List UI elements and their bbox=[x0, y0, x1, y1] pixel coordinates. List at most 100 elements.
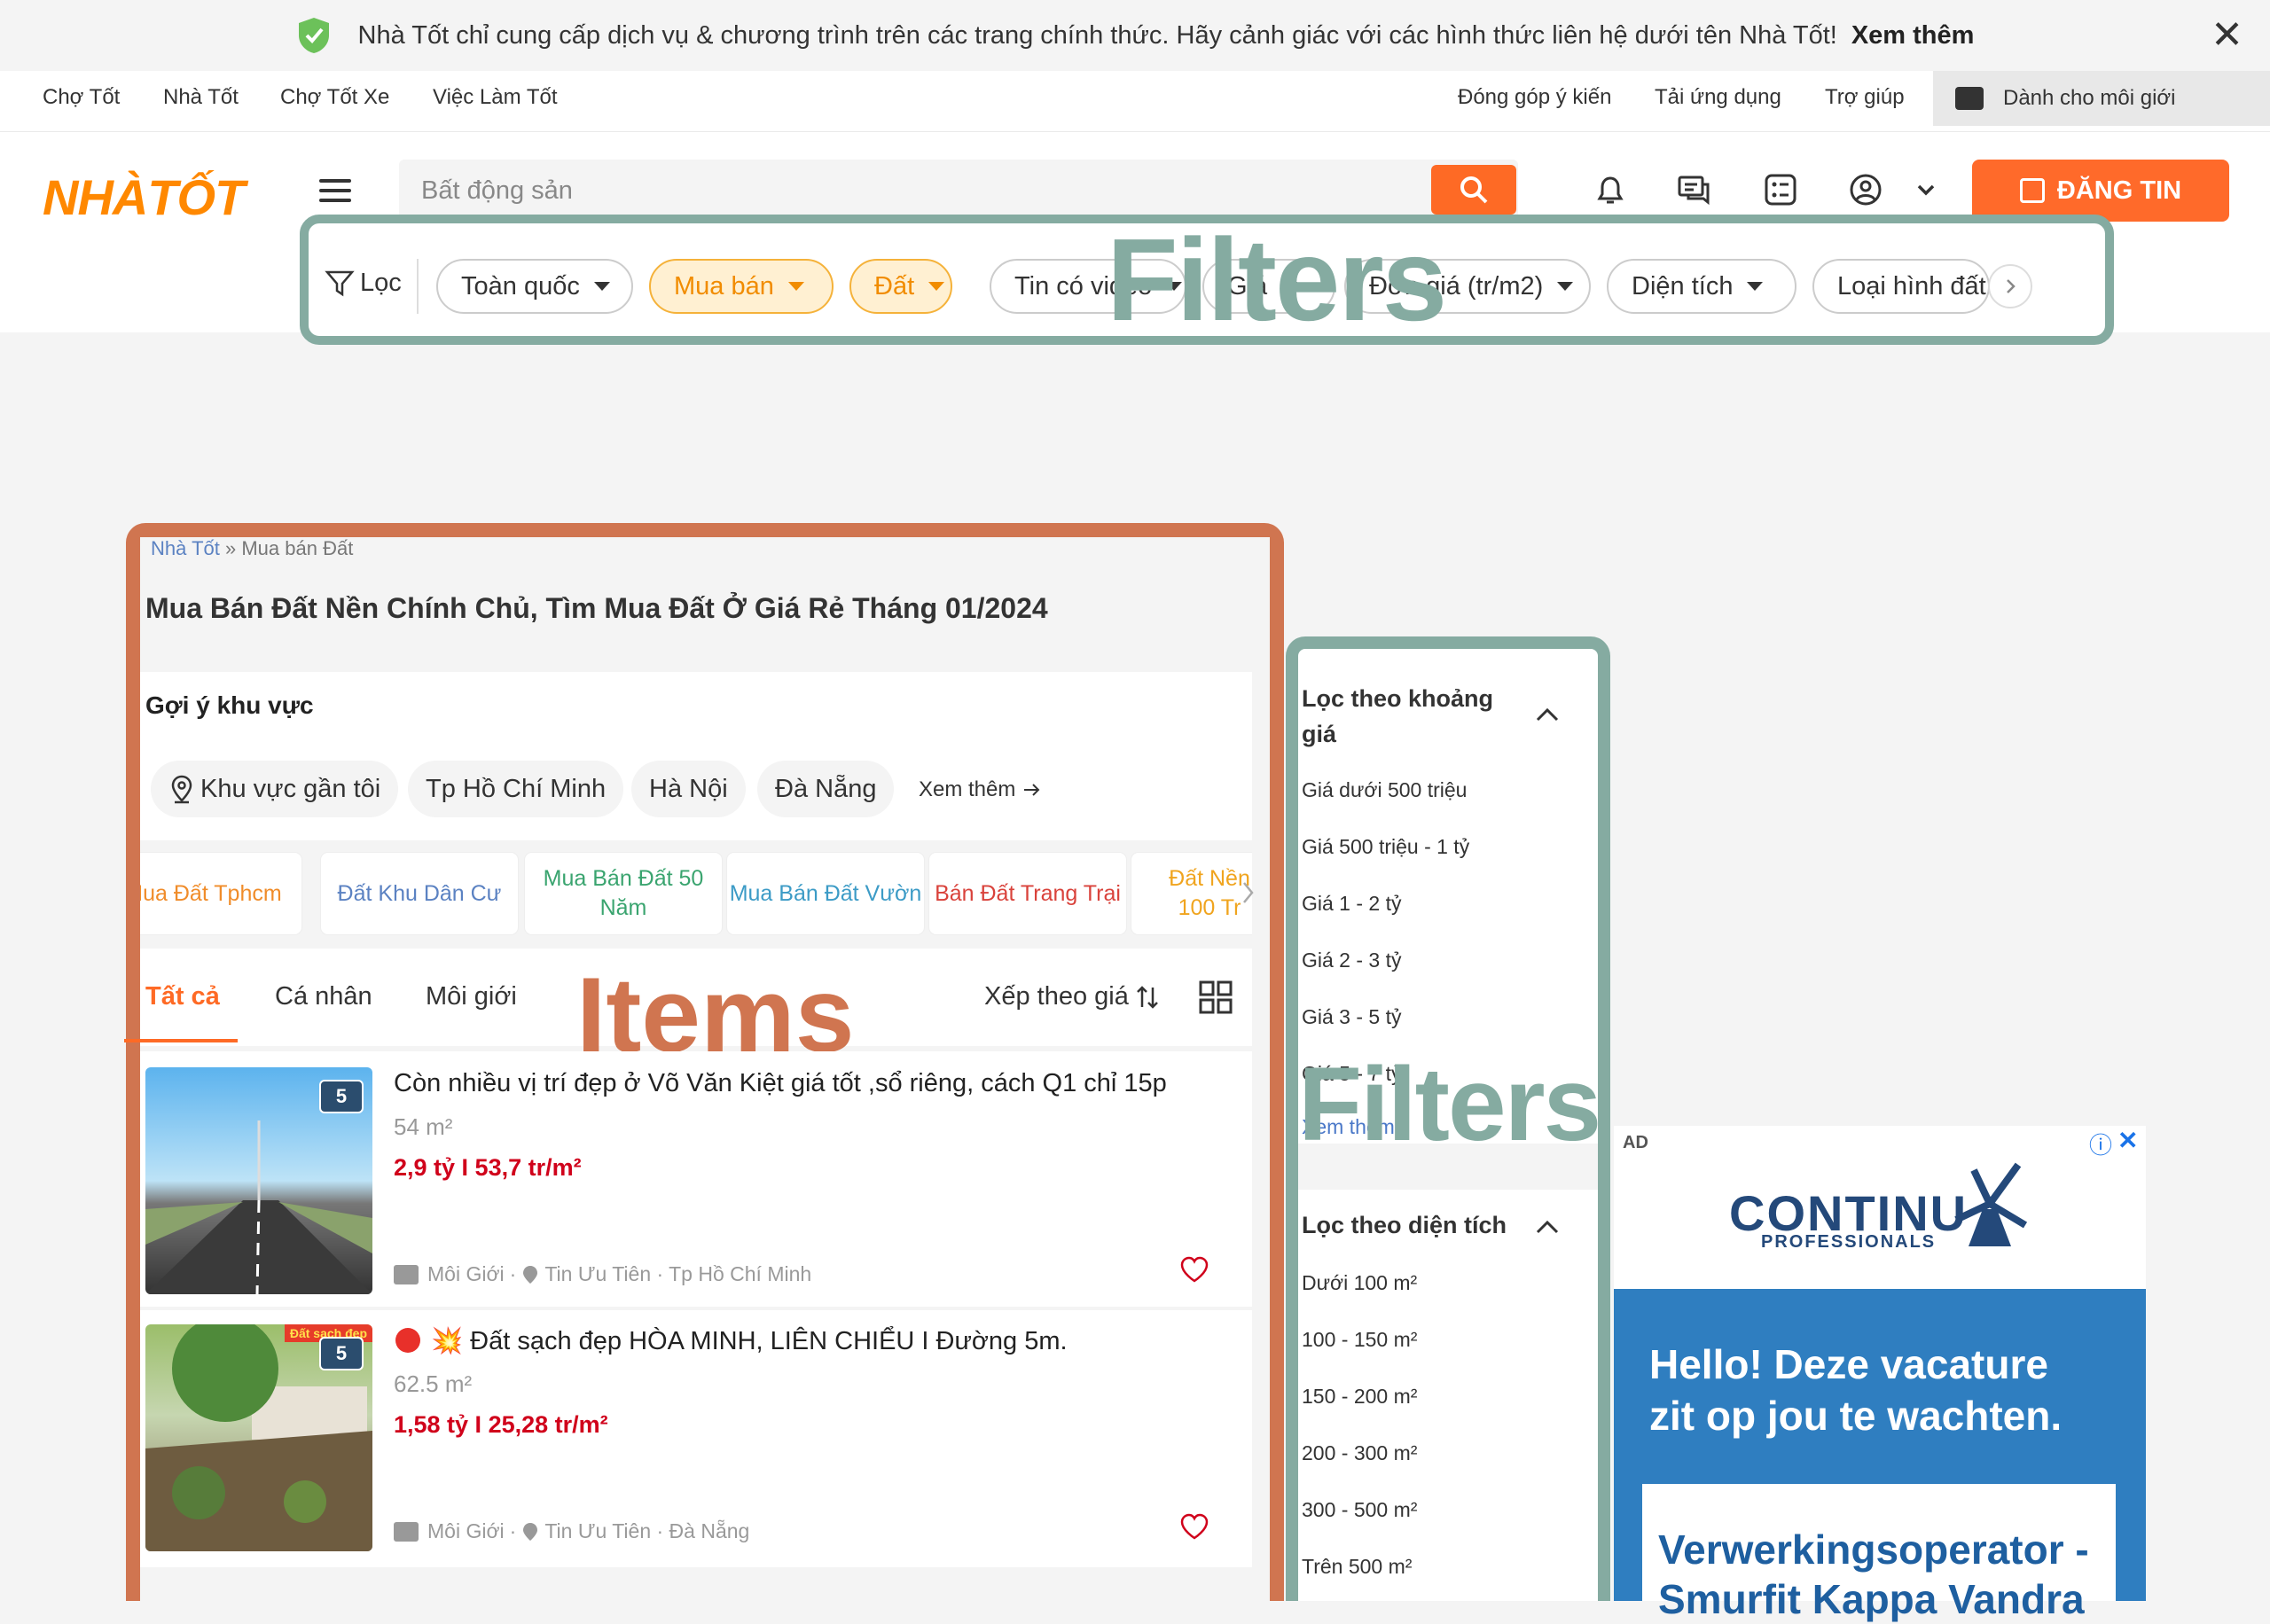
logo[interactable]: NHÀTỐT bbox=[43, 168, 245, 226]
location-pin-icon bbox=[171, 775, 192, 804]
chat-icon[interactable] bbox=[1676, 172, 1711, 207]
listing-location: Tin Ưu Tiên · Đà Nẵng bbox=[544, 1519, 750, 1542]
user-icon[interactable] bbox=[1848, 172, 1883, 207]
nav-feedback[interactable]: Đóng góp ý kiến bbox=[1458, 85, 1611, 110]
area-filter-item[interactable]: Dưới 100 m² bbox=[1302, 1271, 1417, 1295]
topic-card-label: Mua Đất Tphcm bbox=[140, 880, 282, 906]
region-chip-danang[interactable]: Đà Nẵng bbox=[757, 761, 895, 817]
menu-icon[interactable] bbox=[319, 179, 351, 208]
location-pin-icon bbox=[523, 1522, 538, 1541]
ad-info-icon[interactable]: ⓘ bbox=[2089, 1128, 2112, 1160]
post-ad-label: ĐĂNG TIN bbox=[2056, 176, 2182, 205]
price-filter-item[interactable]: Giá 500 triệu - 1 tỷ bbox=[1302, 835, 1469, 859]
filters-annotation: Filters bbox=[1107, 215, 1447, 345]
chip-land-type-label: Loại hình đất bbox=[1837, 271, 1986, 301]
filter-toggle[interactable]: Lọc bbox=[325, 268, 402, 298]
listing-seller: Môi Giới bbox=[427, 1519, 505, 1542]
chevron-up-icon[interactable] bbox=[1534, 1218, 1561, 1236]
nav-cho-tot[interactable]: Chợ Tốt bbox=[43, 85, 120, 110]
topic-card[interactable]: Đất Nền 100 Tr bbox=[1131, 853, 1252, 934]
price-filter-item[interactable]: Giá 1 - 2 tỷ bbox=[1302, 892, 1401, 916]
filter-label: Lọc bbox=[360, 268, 402, 297]
notice-more-link[interactable]: Xem thêm bbox=[1851, 21, 1975, 51]
bell-icon[interactable] bbox=[1593, 172, 1628, 207]
caret-down-icon bbox=[593, 282, 610, 291]
search-input[interactable]: Bất động sản bbox=[421, 176, 573, 206]
listing-title[interactable]: 💥 Đất sạch đẹp HÒA MINH, LIÊN CHIỂU I Đư… bbox=[431, 1326, 1068, 1356]
listing-meta: Môi Giới · Tin Ưu Tiên · Tp Hồ Chí Minh bbox=[394, 1262, 811, 1286]
tab-personal[interactable]: Cá nhân bbox=[275, 982, 372, 1011]
topic-card[interactable]: Bán Đất Trang Trại bbox=[929, 853, 1126, 934]
area-filter-item[interactable]: 200 - 300 m² bbox=[1302, 1441, 1417, 1465]
chip-location-label: Toàn quốc bbox=[461, 271, 580, 301]
chevron-up-icon[interactable] bbox=[1534, 706, 1561, 723]
arrow-right-icon bbox=[1024, 784, 1040, 796]
search-button[interactable] bbox=[1431, 165, 1516, 215]
notice-text: Nhà Tốt chỉ cung cấp dịch vụ & chương tr… bbox=[357, 20, 1837, 50]
area-filter-title: Lọc theo diện tích bbox=[1302, 1212, 1507, 1238]
chevron-right-icon[interactable] bbox=[1240, 878, 1257, 908]
chip-transaction[interactable]: Mua bán bbox=[649, 259, 834, 314]
topic-card[interactable]: Mua Bán Đất 50 Năm bbox=[525, 853, 722, 934]
chip-category[interactable]: Đất bbox=[849, 259, 952, 314]
price-filter-item[interactable]: Giá 3 - 5 tỷ bbox=[1302, 1005, 1401, 1029]
heart-icon[interactable] bbox=[1179, 1512, 1209, 1541]
nav-download-app[interactable]: Tải ứng dụng bbox=[1655, 85, 1781, 110]
breadcrumb: Nhà Tốt » Mua bán Đất bbox=[151, 537, 353, 560]
nav-nha-tot[interactable]: Nhà Tốt bbox=[163, 85, 239, 110]
breadcrumb-home[interactable]: Nhà Tốt bbox=[151, 537, 220, 559]
red-dot-icon bbox=[395, 1328, 420, 1353]
topic-card[interactable]: Mua Bán Đất Vườn bbox=[727, 853, 924, 934]
region-title: Gợi ý khu vực bbox=[145, 691, 314, 719]
region-more-link[interactable]: Xem thêm bbox=[919, 777, 1042, 802]
listing-title[interactable]: Còn nhiều vị trí đẹp ở Võ Văn Kiệt giá t… bbox=[394, 1069, 1167, 1098]
topic-card-label: Đất Nền 100 Tr bbox=[1169, 866, 1250, 920]
briefcase-icon bbox=[394, 1264, 419, 1284]
area-filter-item[interactable]: 150 - 200 m² bbox=[1302, 1385, 1417, 1409]
price-filter-item[interactable]: Giá 2 - 3 tỷ bbox=[1302, 949, 1401, 972]
price-filter-item[interactable]: Giá dưới 500 triệu bbox=[1302, 778, 1467, 802]
close-icon[interactable]: ✕ bbox=[2211, 16, 2243, 55]
ad-brand-sub: PROFESSIONALS bbox=[1761, 1232, 1937, 1252]
scroll-right-button[interactable] bbox=[1988, 264, 2032, 308]
area-filter-item[interactable]: 100 - 150 m² bbox=[1302, 1328, 1417, 1352]
nav-viec-lam-tot[interactable]: Việc Làm Tốt bbox=[433, 85, 558, 110]
topic-card[interactable]: Mua Đất Tphcm bbox=[140, 853, 301, 934]
sort-label: Xếp theo giá bbox=[984, 982, 1129, 1011]
region-chip-hcm[interactable]: Tp Hồ Chí Minh bbox=[408, 761, 624, 817]
topic-card[interactable]: Đất Khu Dân Cư bbox=[321, 853, 518, 934]
chip-location[interactable]: Toàn quốc bbox=[436, 259, 633, 314]
heart-icon[interactable] bbox=[1179, 1255, 1209, 1284]
listing-photo[interactable]: 5 bbox=[145, 1067, 372, 1294]
briefcase-icon bbox=[1955, 87, 1984, 110]
tab-active-underline bbox=[124, 1039, 238, 1042]
header-divider bbox=[0, 131, 2270, 132]
grid-view-icon[interactable] bbox=[1199, 980, 1233, 1014]
broker-link[interactable]: Dành cho môi giới bbox=[1933, 71, 2270, 126]
nav-help[interactable]: Trợ giúp bbox=[1825, 85, 1905, 110]
chip-land-type[interactable]: Loại hình đất bbox=[1812, 259, 1990, 314]
listing-photo[interactable]: Đất sạch đẹp 5 bbox=[145, 1324, 372, 1551]
tab-broker[interactable]: Môi giới bbox=[426, 982, 517, 1011]
region-chip-nearby[interactable]: Khu vực gần tôi bbox=[151, 761, 399, 817]
caret-down-icon bbox=[787, 282, 804, 291]
nav-cho-tot-xe[interactable]: Chợ Tốt Xe bbox=[280, 85, 389, 110]
managed-ads-icon[interactable] bbox=[1763, 172, 1798, 207]
topic-card-label: Đất Khu Dân Cư bbox=[337, 880, 502, 906]
post-ad-button[interactable]: ĐĂNG TIN bbox=[1972, 160, 2229, 222]
tab-all[interactable]: Tất cả bbox=[145, 982, 220, 1011]
topic-card-label: Mua Bán Đất 50 Năm bbox=[543, 866, 704, 920]
chip-area[interactable]: Diện tích bbox=[1607, 259, 1796, 314]
region-chip-hanoi[interactable]: Hà Nội bbox=[631, 761, 746, 817]
area-filter-item[interactable]: 300 - 500 m² bbox=[1302, 1498, 1417, 1522]
breadcrumb-sep: » bbox=[224, 537, 237, 559]
listing-area: 62.5 m² bbox=[394, 1370, 473, 1397]
area-filter-item[interactable]: Trên 500 m² bbox=[1302, 1555, 1412, 1579]
ad-close-icon[interactable]: ✕ bbox=[2117, 1126, 2138, 1155]
chevron-down-icon[interactable] bbox=[1908, 172, 1944, 207]
sort-by-price[interactable]: Xếp theo giá bbox=[984, 982, 1161, 1011]
caret-down-icon bbox=[1557, 282, 1574, 291]
topic-cards: Mua Đất Tphcm Đất Khu Dân Cư Mua Bán Đất… bbox=[140, 844, 1252, 943]
search-bar[interactable]: Bất động sản bbox=[399, 160, 1518, 220]
topic-card-label: Mua Bán Đất Vườn bbox=[729, 880, 922, 906]
